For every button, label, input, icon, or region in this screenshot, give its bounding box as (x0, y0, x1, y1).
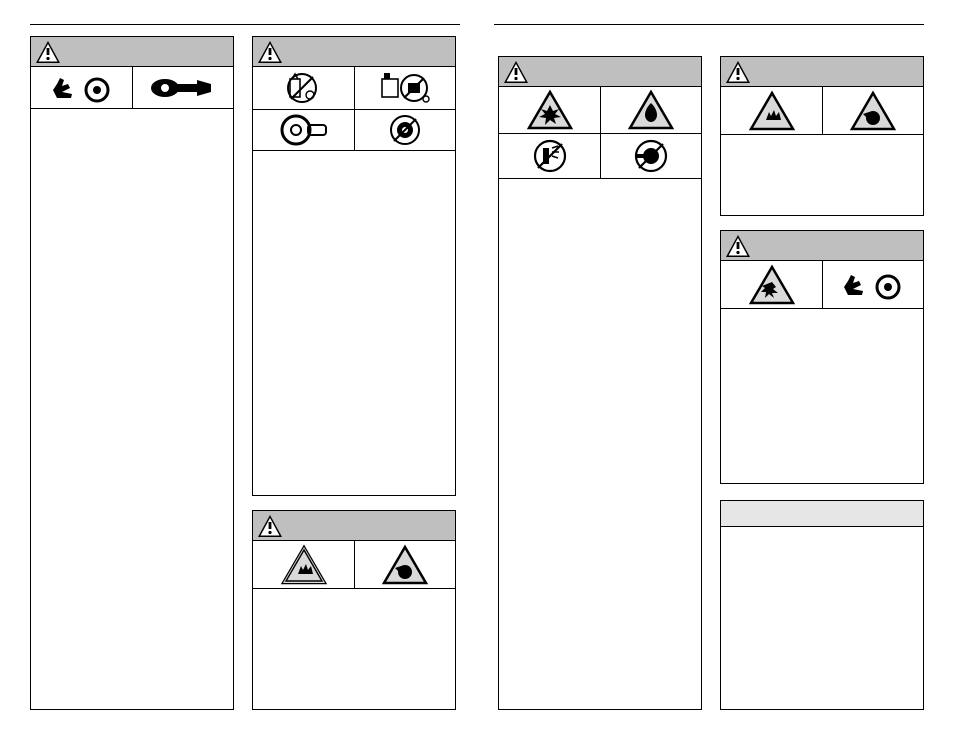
warning-panel-2 (252, 36, 456, 496)
icon-row (31, 67, 233, 109)
warning-panel-4 (498, 56, 702, 710)
rule-line-left (30, 24, 460, 25)
panel-header (499, 57, 701, 87)
rule-line-right (494, 24, 924, 25)
no-grinding-icon (600, 134, 701, 178)
panel-header (721, 231, 923, 261)
panel-header (721, 57, 923, 87)
warning-panel-1 (30, 36, 234, 710)
warning-exclamation-icon (503, 60, 529, 89)
warning-exclamation-icon (257, 40, 283, 69)
panel-header (253, 37, 455, 67)
warning-panel-5 (720, 56, 924, 216)
no-compressor-icon (354, 67, 455, 109)
flying-debris-hazard-icon (721, 261, 822, 308)
icon-row (721, 261, 923, 309)
warning-panel-6 (720, 230, 924, 484)
safety-goggles-icon (822, 261, 923, 308)
rotating-blade-hazard-icon (354, 541, 455, 588)
page (0, 0, 954, 738)
no-touch-blade-icon (354, 110, 455, 150)
icon-row (253, 109, 455, 151)
icon-row (499, 133, 701, 179)
warning-exclamation-icon (725, 60, 751, 89)
explosion-hazard-icon (499, 87, 600, 133)
unplug-tool-icon (132, 67, 233, 108)
panel-header (31, 37, 233, 67)
warning-panel-3 (252, 510, 456, 710)
fire-hazard-icon (600, 87, 701, 133)
rotating-blade-hazard-icon (822, 87, 923, 134)
hand-cut-hazard-icon (721, 87, 822, 134)
icon-row (721, 87, 923, 135)
icon-row (499, 87, 701, 133)
notice-panel (720, 500, 924, 710)
wear-gloves-icon (31, 67, 132, 108)
warning-exclamation-icon (35, 40, 61, 69)
hand-cut-hazard-icon (253, 541, 354, 588)
warning-exclamation-icon (257, 514, 283, 543)
blade-guard-icon (253, 110, 354, 150)
icon-row (253, 541, 455, 589)
panel-header (253, 511, 455, 541)
no-oil-lubricant-icon (253, 67, 354, 109)
warning-exclamation-icon (725, 234, 751, 263)
icon-row (253, 67, 455, 109)
no-spray-icon (499, 134, 600, 178)
notice-header (721, 501, 923, 527)
